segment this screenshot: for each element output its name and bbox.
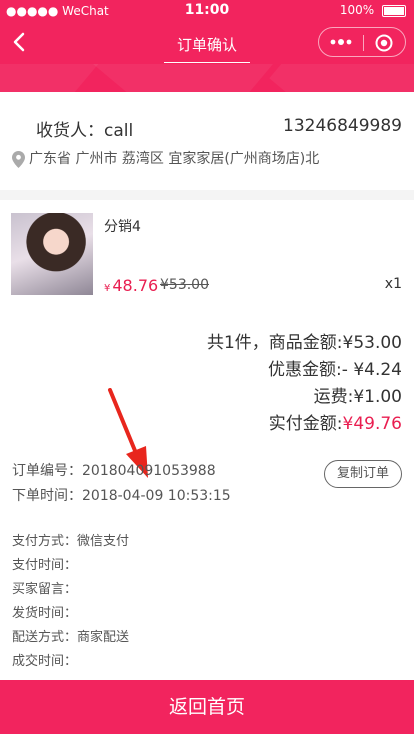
- recipient-label: 收货人：: [36, 121, 104, 141]
- navbar: 订单确认: [0, 22, 414, 64]
- decor-shape: [0, 64, 105, 92]
- battery-percent: 100%: [339, 3, 375, 17]
- currency-symbol: ¥: [104, 283, 111, 294]
- product-quantity: x1: [384, 276, 402, 292]
- title-underline: [164, 62, 250, 63]
- capsule-divider: [363, 35, 364, 51]
- address-card[interactable]: 收货人：call 13246849989 广东省 广州市 荔湾区 宜家家居(广州…: [0, 92, 414, 190]
- recipient: 收货人：call: [36, 116, 133, 141]
- original-price: ¥53.00: [160, 277, 209, 293]
- order-summary: 共1件，商品金额:¥53.00 优惠金额:- ¥4.24 运费:¥1.00 实付…: [0, 306, 414, 517]
- miniprogram-capsule: [318, 27, 406, 57]
- paid-row: 实付金额:¥49.76: [269, 409, 402, 434]
- decor-shape: [269, 64, 414, 92]
- product-thumbnail: [11, 213, 93, 295]
- goods-total-label: 共1件，商品金额:: [206, 333, 343, 353]
- recipient-phone: 13246849989: [283, 116, 402, 136]
- order-number: 201804091053988: [82, 463, 216, 479]
- price-value: 48.76: [112, 276, 159, 295]
- delivery-method: 配送方式：商家配送: [12, 630, 130, 645]
- back-to-home-button[interactable]: 返回首页: [0, 680, 414, 734]
- order-time-row: 下单时间：2018-04-09 10:53:15: [12, 485, 231, 505]
- shipping-value: ¥1.00: [353, 387, 402, 407]
- order-number-row: 订单编号：201804091053988: [12, 460, 216, 480]
- address-row: 广东省 广州市 荔湾区 宜家家居(广州商场店)北: [12, 148, 319, 168]
- discount-value: - ¥4.24: [341, 360, 402, 380]
- product-card[interactable]: 分销4 ¥48.76 ¥53.00 x1: [0, 200, 414, 307]
- paid-value: ¥49.76: [342, 414, 402, 434]
- order-time-label: 下单时间：: [12, 488, 82, 504]
- order-details: 支付方式：微信支付 支付时间： 买家留言： 发货时间： 配送方式：商家配送 成交…: [0, 516, 414, 680]
- paid-label: 实付金额:: [268, 414, 343, 434]
- discount-label: 优惠金额:: [268, 360, 342, 380]
- status-bar: ●●●●● WeChat 11:00 100%: [0, 0, 414, 22]
- address-text: 广东省 广州市 荔湾区 宜家家居(广州商场店)北: [29, 151, 320, 167]
- ship-time: 发货时间：: [12, 606, 78, 621]
- close-miniprogram-icon[interactable]: [375, 34, 393, 52]
- battery-status: 100%: [340, 3, 406, 17]
- shipping-label: 运费:: [313, 387, 354, 407]
- decor-shape: [91, 64, 289, 92]
- payment-method: 支付方式：微信支付: [12, 534, 130, 549]
- goods-total-value: ¥53.00: [342, 333, 402, 353]
- shipping-row: 运费:¥1.00: [314, 382, 402, 407]
- discount-row: 优惠金额:- ¥4.24: [268, 355, 402, 380]
- deal-time: 成交时间：: [12, 654, 78, 669]
- more-dots-icon[interactable]: [329, 34, 353, 50]
- header-decoration: [0, 64, 414, 92]
- order-number-label: 订单编号：: [12, 463, 82, 479]
- battery-icon: [382, 4, 406, 17]
- copy-order-button[interactable]: 复制订单: [324, 460, 402, 488]
- location-pin-icon: [12, 150, 25, 168]
- order-time: 2018-04-09 10:53:15: [82, 488, 231, 504]
- recipient-name: call: [104, 121, 134, 141]
- product-price: ¥48.76: [104, 276, 158, 295]
- buyer-message: 买家留言：: [12, 582, 78, 597]
- payment-time: 支付时间：: [12, 558, 78, 573]
- goods-total-row: 共1件，商品金额:¥53.00: [207, 328, 402, 353]
- product-name: 分销4: [104, 219, 141, 235]
